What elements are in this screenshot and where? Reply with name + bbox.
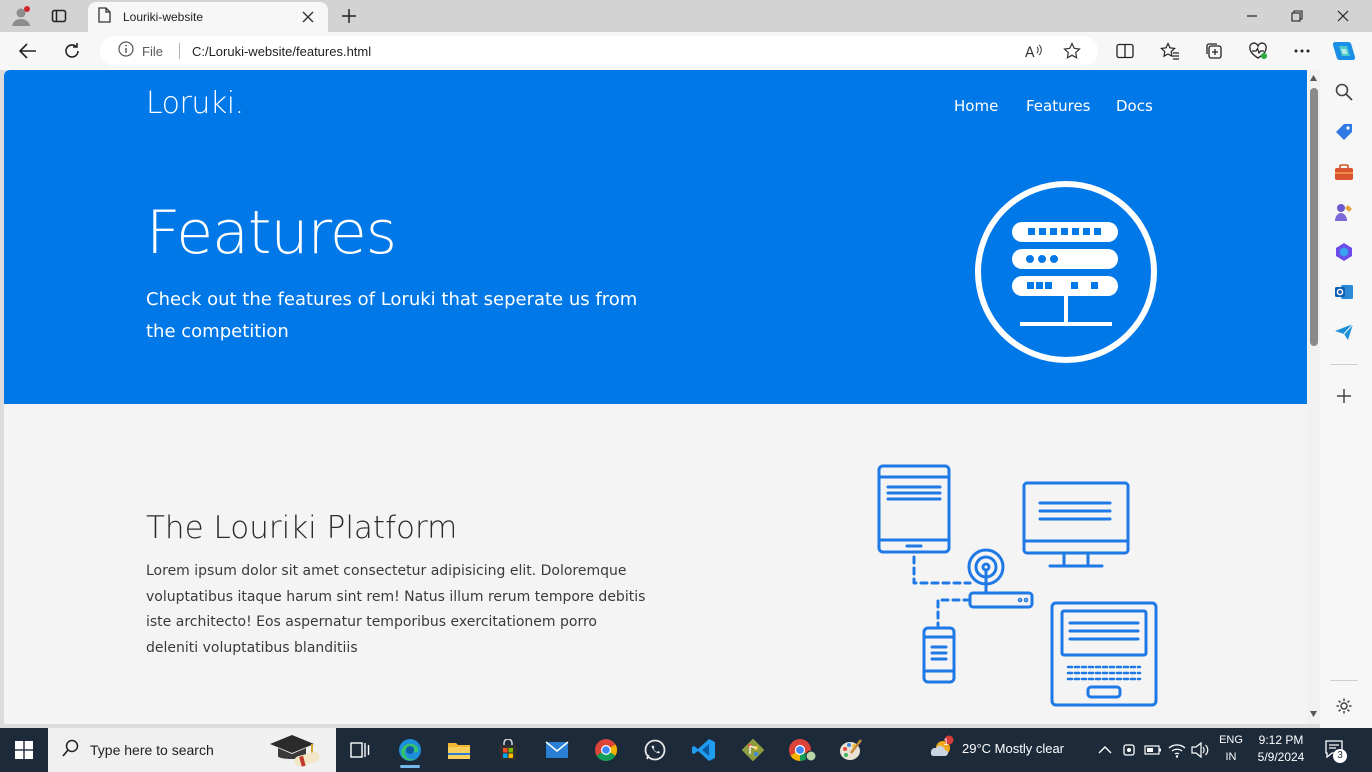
profile-icon[interactable] [6,2,36,30]
outlook-icon[interactable] [1332,280,1356,304]
site-logo[interactable]: Loruki. [146,86,244,121]
favorites-icon[interactable] [1154,36,1186,66]
chrome-profile-icon[interactable] [782,732,822,768]
server-icon [972,178,1162,373]
back-icon[interactable] [12,36,44,66]
nav-link-features[interactable]: Features [1026,97,1091,115]
split-screen-icon[interactable] [1109,36,1141,66]
browser-essentials-icon[interactable] [1242,36,1274,66]
section-text: Lorem ipsum dolor sit amet consectetur a… [146,563,646,656]
page-scrollbar[interactable] [1307,70,1320,724]
chevron-up-icon[interactable] [1095,740,1115,760]
sidebar-divider [1330,680,1358,681]
browser-tab[interactable]: Louriki-website [88,2,328,32]
address-bar[interactable]: File C:/Loruki-website/features.html A [100,36,1098,66]
svg-text:A: A [1025,45,1035,59]
volume-icon[interactable] [1190,740,1210,760]
more-icon[interactable] [1286,36,1318,66]
tools-icon[interactable] [1332,160,1356,184]
plus-icon[interactable] [334,2,364,30]
favorite-star-icon[interactable] [1058,39,1086,63]
browser-toolbar: File C:/Loruki-website/features.html A [0,32,1372,70]
refresh-icon[interactable] [56,36,88,66]
weather-text[interactable]: 29°C Mostly clear [962,741,1064,756]
chrome-icon[interactable] [586,732,626,768]
search-icon[interactable] [1332,80,1356,104]
address-divider [178,43,180,59]
paint-icon[interactable] [831,732,871,768]
copilot-icon[interactable] [1328,36,1360,66]
section-title: The Louriki Platform [146,510,458,546]
devices-network-icon [874,463,1174,718]
clock-time[interactable]: 9:12 PM [1252,732,1310,748]
weather-badge: 1 [943,737,949,747]
language-bottom[interactable]: IN [1214,749,1248,765]
scroll-thumb[interactable] [1310,88,1318,346]
battery-icon[interactable] [1143,740,1163,760]
read-aloud-icon[interactable]: A [1020,39,1048,63]
scroll-up-icon[interactable] [1309,74,1318,82]
windows-start-icon[interactable] [0,728,48,772]
window-close-icon[interactable] [1320,0,1366,32]
settings-icon[interactable] [1332,694,1356,718]
microsoft365-icon[interactable] [1332,240,1356,264]
close-icon[interactable] [298,7,318,27]
vscode-icon[interactable] [684,732,724,768]
hero-subtitle: Check out the features of Loruki that se… [146,289,638,342]
clock-date[interactable]: 5/9/2024 [1252,749,1310,765]
address-url[interactable]: C:/Loruki-website/features.html [192,44,371,59]
edge-sidebar [1320,70,1372,728]
games-icon[interactable] [1332,200,1356,224]
sidebar-divider [1330,364,1358,365]
whatsapp-icon[interactable] [635,732,675,768]
nav-link-docs[interactable]: Docs [1116,97,1153,115]
mail-icon[interactable] [537,732,577,768]
minimize-icon[interactable] [1229,0,1275,32]
add-icon[interactable] [1332,384,1356,408]
restore-icon[interactable] [1274,0,1320,32]
page-viewport: Loruki. Home Features Docs Features Chec… [4,70,1307,724]
wifi-icon[interactable] [1167,740,1187,760]
send-icon[interactable] [1332,320,1356,344]
tab-title: Louriki-website [123,10,204,24]
file-explorer-icon[interactable] [439,732,479,768]
windows-taskbar: Type here to search 1 29°C Mostly clear [0,728,1372,772]
language-top[interactable]: ENG [1214,732,1248,748]
browser-tab-strip: Louriki-website [0,0,1372,32]
git-icon[interactable] [733,732,773,768]
hero-title: Features [146,198,397,268]
notification-count: 3 [1333,749,1347,763]
meet-now-icon[interactable] [1119,740,1139,760]
taskbar-search-box[interactable]: Type here to search [48,728,336,772]
address-scheme-label: File [142,43,163,59]
scroll-down-icon[interactable] [1309,710,1318,718]
tab-actions-icon[interactable] [44,2,74,30]
hero-section: Loruki. Home Features Docs Features Chec… [4,70,1307,404]
nav-link-home[interactable]: Home [954,97,998,115]
search-placeholder: Type here to search [90,742,214,758]
shopping-tag-icon[interactable] [1332,120,1356,144]
edge-icon[interactable] [390,732,430,768]
search-icon [62,739,80,762]
page-icon [98,6,111,28]
collections-icon[interactable] [1198,36,1230,66]
info-icon[interactable] [118,40,134,62]
store-icon[interactable] [488,732,528,768]
task-view-icon[interactable] [340,732,380,768]
graduation-icon [264,732,322,772]
